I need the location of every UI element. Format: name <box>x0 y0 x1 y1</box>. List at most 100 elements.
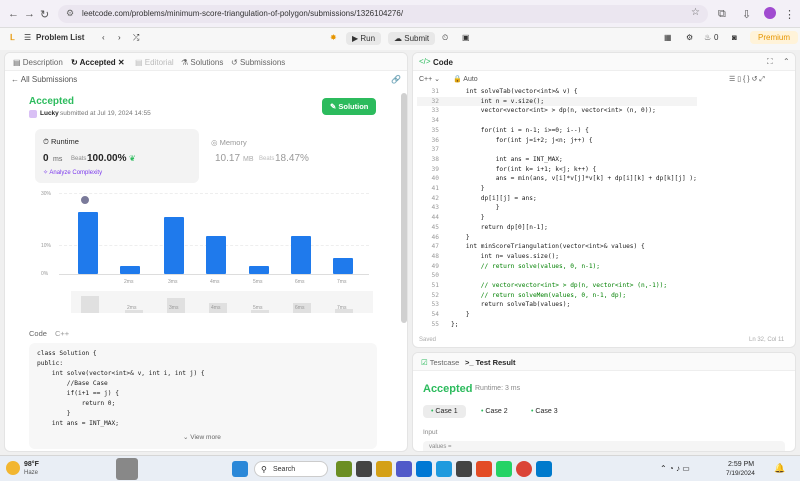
memory-label[interactable]: ◎ Memory <box>211 138 247 147</box>
editor-tools[interactable]: ☰ ▯ { } ↺ ⤢ <box>729 75 765 84</box>
editor-line[interactable]: 39 for(int k= i+1; k<j; k++) { <box>417 165 697 175</box>
code-lines[interactable]: 31 int solveTab(vector<int>& v) {32 int … <box>417 87 697 330</box>
editor-line[interactable]: 45 return dp[0][n-1]; <box>417 223 697 233</box>
share-link-icon[interactable]: 🔗 <box>391 75 401 84</box>
tab-testcase[interactable]: ☑ Testcase <box>421 358 459 367</box>
bar-0ms[interactable] <box>78 211 98 274</box>
bar-6ms[interactable] <box>291 236 311 274</box>
collapse-icon[interactable]: ⌃ <box>783 57 790 66</box>
store-icon[interactable] <box>436 461 452 477</box>
auto-toggle[interactable]: 🔒 Auto <box>453 75 478 83</box>
back-icon[interactable]: ← <box>8 8 19 20</box>
menu-icon[interactable]: ⋮ <box>784 8 795 21</box>
windows-start-icon[interactable] <box>232 461 248 477</box>
file-explorer-icon[interactable] <box>376 461 392 477</box>
leetcode-logo-icon[interactable]: ᒪ <box>10 33 14 42</box>
bar-4ms[interactable] <box>206 236 226 274</box>
vscode-icon[interactable] <box>536 461 552 477</box>
editor-line[interactable]: 42 dp[i][j] = ans; <box>417 194 697 204</box>
timer-icon[interactable]: ⏲ <box>442 33 448 43</box>
reload-icon[interactable]: ↻ <box>40 8 49 21</box>
tray-icons[interactable]: ⌃ ◔ ♪ ▭ <box>660 464 690 473</box>
settings-icon[interactable]: ⚙ <box>686 33 693 42</box>
bar-7ms[interactable] <box>333 257 353 274</box>
tab-editorial[interactable]: ▤ Editorial <box>135 58 174 67</box>
notification-icon[interactable]: 🔔 <box>774 463 785 474</box>
widgets-icon[interactable] <box>336 461 352 477</box>
notes-icon[interactable]: ▣ <box>462 33 470 42</box>
app-icon[interactable] <box>476 461 492 477</box>
left-scrollbar[interactable] <box>401 93 407 323</box>
editor-line[interactable]: 32 int n = v.size(); <box>417 96 697 107</box>
app-thumbnail-icon[interactable] <box>116 458 138 480</box>
editor-line[interactable]: 46 } <box>417 233 697 243</box>
solution-button[interactable]: ✎ Solution <box>322 98 377 115</box>
profile-avatar[interactable] <box>764 7 776 19</box>
address-bar[interactable]: ⚙ leetcode.com/problems/minimum-score-tr… <box>58 5 708 23</box>
layout-icon[interactable]: ▦ <box>664 33 672 42</box>
editor-line[interactable]: 54 } <box>417 310 697 320</box>
tab-submissions[interactable]: ↺ Submissions <box>231 58 285 67</box>
editor-line[interactable]: 44 } <box>417 213 697 223</box>
line-text: // return solveMem(values, 0, n-1, dp); <box>451 291 627 299</box>
editor-line[interactable]: 43 } <box>417 203 697 213</box>
whatsapp-icon[interactable] <box>496 461 512 477</box>
edge-icon[interactable] <box>416 461 432 477</box>
debug-icon[interactable]: ✸ <box>330 33 337 42</box>
premium-button[interactable]: Premium <box>750 31 799 44</box>
app-icon[interactable] <box>456 461 472 477</box>
editor-line[interactable]: 35 for(int i = n-1; i>=0; i--) { <box>417 126 697 136</box>
editor-line[interactable]: 37 <box>417 145 697 155</box>
case-tab-1[interactable]: • Case 1 <box>423 405 466 418</box>
editor-line[interactable]: 52 // return solveMem(values, 0, n-1, dp… <box>417 291 697 301</box>
maximize-icon[interactable]: ⛶ <box>767 57 773 67</box>
editor-line[interactable]: 33 vector<vector<int> > dp(n, vector<int… <box>417 106 697 116</box>
problem-list-link[interactable]: Problem List <box>36 33 84 42</box>
avatar[interactable]: ◙ <box>732 33 737 42</box>
bookmark-star-icon[interactable]: ☆ <box>691 7 700 18</box>
editor-line[interactable]: 51 // vector<vector<int> > dp(n, vector<… <box>417 281 697 291</box>
teams-icon[interactable] <box>396 461 412 477</box>
case-tab-3[interactable]: • Case 3 <box>523 405 566 418</box>
all-submissions-link[interactable]: ← All Submissions <box>11 75 77 84</box>
editor-line[interactable]: 48 int n= values.size(); <box>417 252 697 262</box>
run-button[interactable]: ▶ Run <box>346 32 382 45</box>
editor-line[interactable]: 41 } <box>417 184 697 194</box>
prev-problem-icon[interactable]: ‹ <box>102 33 105 42</box>
tab-description[interactable]: ▤ Description <box>13 58 63 67</box>
tab-solutions[interactable]: ⚗ Solutions <box>181 58 223 67</box>
editor-line[interactable]: 34 <box>417 116 697 126</box>
tab-accepted[interactable]: ↻ Accepted ✕ <box>71 58 125 67</box>
taskbar-search[interactable]: ⚲ Search <box>254 461 328 477</box>
case-tab-2[interactable]: • Case 2 <box>473 405 516 418</box>
editor-line[interactable]: 50 <box>417 271 697 281</box>
editor-line[interactable]: 49 // return solve(values, 0, n-1); <box>417 262 697 272</box>
editor-line[interactable]: 55}; <box>417 320 697 330</box>
runtime-card[interactable]: ⏱ Runtime 0 ms Beats 100.00% ❦ ✧ Analyze… <box>35 129 199 183</box>
chrome-icon[interactable] <box>516 461 532 477</box>
bar-3ms[interactable] <box>164 217 184 274</box>
bar-5ms[interactable] <box>249 265 269 274</box>
submit-button[interactable]: ☁ Submit <box>388 32 436 45</box>
task-view-icon[interactable] <box>356 461 372 477</box>
editor-line[interactable]: 36 for(int j=i+2; j<n; j++) { <box>417 136 697 146</box>
tab-test-result[interactable]: >_ Test Result <box>465 358 516 367</box>
forward-icon[interactable]: → <box>24 8 35 20</box>
shuffle-icon[interactable]: ⤮ <box>133 33 139 43</box>
download-icon[interactable]: ⇩ <box>742 8 751 21</box>
weather-icon[interactable] <box>6 461 20 475</box>
bar-2ms[interactable] <box>120 265 140 274</box>
list-icon: ☰ <box>24 33 32 42</box>
editor-line[interactable]: 47 int minScoreTriangulation(vector<int>… <box>417 242 697 252</box>
username[interactable]: Lucky <box>40 110 59 117</box>
next-problem-icon[interactable]: › <box>118 33 121 42</box>
extensions-icon[interactable]: ⧉ <box>718 8 726 21</box>
editor-line[interactable]: 53 return solveTab(values); <box>417 300 697 310</box>
language-select[interactable]: C++ ⌄ <box>419 75 440 83</box>
editor-line[interactable]: 40 ans = min(ans, v[i]*v[j]*v[k] + dp[i]… <box>417 174 697 184</box>
analyze-complexity-link[interactable]: ✧ Analyze Complexity <box>43 169 102 176</box>
view-more-button[interactable]: ⌄ View more <box>183 433 221 441</box>
editor-line[interactable]: 38 int ans = INT_MAX; <box>417 155 697 165</box>
editor-line[interactable]: 31 int solveTab(vector<int>& v) { <box>417 87 697 97</box>
site-info-icon[interactable]: ⚙ <box>66 8 74 19</box>
